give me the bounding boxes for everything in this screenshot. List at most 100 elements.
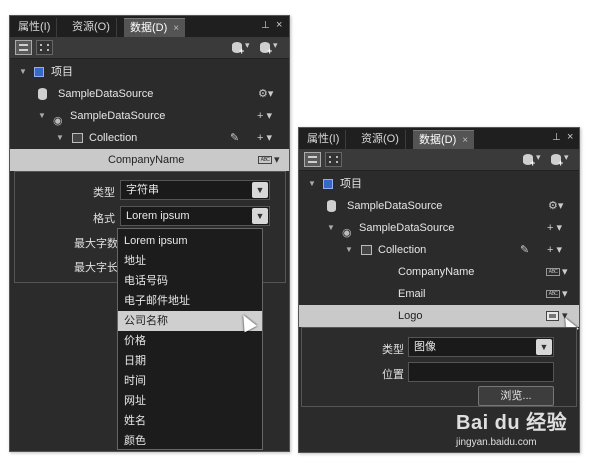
edit-icon[interactable]: ✎ <box>520 239 529 261</box>
expand-icon[interactable]: ▼ <box>345 239 353 261</box>
add-property-icon[interactable]: + ▾ <box>257 127 272 149</box>
dropdown-option[interactable]: 电子邮件地址 <box>118 291 262 311</box>
add-live-datasource-icon[interactable]: + <box>551 152 569 168</box>
add-property-icon[interactable]: + ▾ <box>547 217 562 239</box>
expand-icon[interactable]: ▼ <box>38 105 46 127</box>
tree-row-datasource[interactable]: SampleDataSource ⚙▾ <box>299 195 579 217</box>
tab-resources[interactable]: 资源(O) <box>66 18 117 37</box>
watermark-url: jingyan.baidu.com <box>456 437 537 448</box>
type-select[interactable]: 字符串 ▼ <box>120 180 270 200</box>
add-live-datasource-icon[interactable]: + <box>260 40 278 56</box>
chevron-down-icon[interactable]: ▾ <box>562 261 568 283</box>
chevron-down-icon[interactable]: ▾ <box>562 283 568 305</box>
tree-row-project[interactable]: ▼ 项目 <box>10 61 289 83</box>
datasource-child-label: SampleDataSource <box>70 110 166 122</box>
browse-button[interactable]: 浏览... <box>478 386 554 406</box>
datasource-child-label: SampleDataSource <box>359 222 455 234</box>
dropdown-option[interactable]: 电话号码 <box>118 271 262 291</box>
dropdown-option[interactable]: 颜色 <box>118 431 262 451</box>
close-panel-icon[interactable]: × <box>567 131 573 143</box>
chevron-down-icon[interactable]: ▼ <box>536 339 552 355</box>
tab-properties[interactable]: 属性(I) <box>12 18 58 37</box>
project-icon <box>34 67 44 77</box>
data-panel-right: 属性(I) 资源(O) 数据(D) × ⊥ × + + ▼ 项目 SampleDa… <box>298 127 580 453</box>
detail-view-icon <box>329 156 338 163</box>
chevron-down-icon[interactable]: ▼ <box>252 182 268 198</box>
chevron-down-icon[interactable]: ▼ <box>252 208 268 224</box>
string-type-icon[interactable]: ABC <box>546 268 560 276</box>
field-label: Email <box>398 288 426 300</box>
datasource-options-icon[interactable]: ⚙▾ <box>258 83 273 105</box>
collection-icon <box>72 133 83 143</box>
property-popup: 类型 图像 ▼ 位置 浏览... <box>301 327 577 407</box>
tab-bar: 属性(I) 资源(O) 数据(D) × ⊥ × <box>10 16 289 37</box>
tree-row-datasource-child[interactable]: ▼ ◉ SampleDataSource + ▾ <box>10 105 289 127</box>
tree-row-collection[interactable]: ▼ Collection ✎ + ▾ <box>299 239 579 261</box>
tab-close-icon[interactable]: × <box>173 23 179 34</box>
dropdown-option[interactable]: 姓名 <box>118 411 262 431</box>
field-label: CompanyName <box>398 266 475 278</box>
expand-icon[interactable]: ▼ <box>308 173 316 195</box>
dropdown-option[interactable]: 价格 <box>118 331 262 351</box>
tree-row-datasource-child[interactable]: ▼ ◉ SampleDataSource + ▾ <box>299 217 579 239</box>
detail-view-button[interactable] <box>325 152 342 167</box>
format-value: Lorem ipsum <box>126 210 190 222</box>
toolbar: + + <box>299 149 579 171</box>
tree-row-project[interactable]: ▼ 项目 <box>299 173 579 195</box>
expand-icon[interactable]: ▼ <box>327 217 335 239</box>
dropdown-option[interactable]: 日期 <box>118 351 262 371</box>
datasource-options-icon[interactable]: ⚙▾ <box>548 195 563 217</box>
list-view-button[interactable] <box>15 40 32 55</box>
tree-row-companyname[interactable]: CompanyName ABC ▾ <box>10 149 289 171</box>
dropdown-option[interactable]: 时间 <box>118 371 262 391</box>
tab-resources[interactable]: 资源(O) <box>355 130 406 149</box>
tab-close-icon[interactable]: × <box>462 135 468 146</box>
tree-row-companyname[interactable]: CompanyName ABC ▾ <box>299 261 579 283</box>
dropdown-option[interactable]: 网址 <box>118 391 262 411</box>
expand-icon[interactable]: ▼ <box>56 127 64 149</box>
chevron-down-icon[interactable]: ▾ <box>274 149 280 171</box>
collection-icon <box>361 245 372 255</box>
expand-icon[interactable]: ▼ <box>19 61 27 83</box>
close-panel-icon[interactable]: × <box>276 19 282 31</box>
max-words-label: 最大字数 <box>74 238 118 250</box>
tree-row-email[interactable]: Email ABC ▾ <box>299 283 579 305</box>
tab-data-label: 数据(D) <box>419 134 457 146</box>
watermark-logo: Bai du 经验 <box>456 406 582 435</box>
project-label: 项目 <box>51 66 73 78</box>
pin-icon[interactable]: ⊥ <box>552 132 561 143</box>
string-type-icon[interactable]: ABC <box>258 156 272 164</box>
list-view-button[interactable] <box>304 152 321 167</box>
location-input[interactable] <box>408 362 554 382</box>
tree-row-datasource[interactable]: SampleDataSource ⚙▾ <box>10 83 289 105</box>
format-dropdown-list[interactable]: Lorem ipsum 地址 电话号码 电子邮件地址 公司名称 价格 日期 时间… <box>117 228 263 450</box>
collection-label: Collection <box>378 244 427 256</box>
tab-properties[interactable]: 属性(I) <box>301 130 347 149</box>
datasource-label: SampleDataSource <box>58 88 154 100</box>
dropdown-option[interactable]: 地址 <box>118 251 262 271</box>
tree-row-logo[interactable]: Logo ▾ <box>299 305 579 327</box>
tab-data[interactable]: 数据(D) × <box>413 130 475 149</box>
add-property-icon[interactable]: + ▾ <box>547 239 562 261</box>
format-select[interactable]: Lorem ipsum ▼ <box>120 206 270 226</box>
pin-icon[interactable]: ⊥ <box>261 20 270 31</box>
tab-data[interactable]: 数据(D) × <box>124 18 186 37</box>
edit-icon[interactable]: ✎ <box>230 127 239 149</box>
field-label: CompanyName <box>108 154 185 166</box>
detail-view-button[interactable] <box>36 40 53 55</box>
string-type-icon[interactable]: ABC <box>546 290 560 298</box>
database-icon <box>327 200 336 212</box>
collection-label: Collection <box>89 132 138 144</box>
watermark-logo-text: Bai du 经验 <box>456 412 568 434</box>
tree-row-collection[interactable]: ▼ Collection ✎ + ▾ <box>10 127 289 149</box>
max-length-label: 最大字长 <box>74 262 118 274</box>
tab-bar: 属性(I) 资源(O) 数据(D) × ⊥ × <box>299 128 579 149</box>
dropdown-option[interactable]: Lorem ipsum <box>118 231 262 251</box>
image-type-icon[interactable] <box>546 311 559 321</box>
list-view-icon <box>19 44 28 51</box>
add-project-datasource-icon[interactable]: + <box>523 152 541 168</box>
type-label: 类型 <box>93 187 115 199</box>
type-select[interactable]: 图像 ▼ <box>408 337 554 357</box>
add-project-datasource-icon[interactable]: + <box>232 40 250 56</box>
add-property-icon[interactable]: + ▾ <box>257 105 272 127</box>
